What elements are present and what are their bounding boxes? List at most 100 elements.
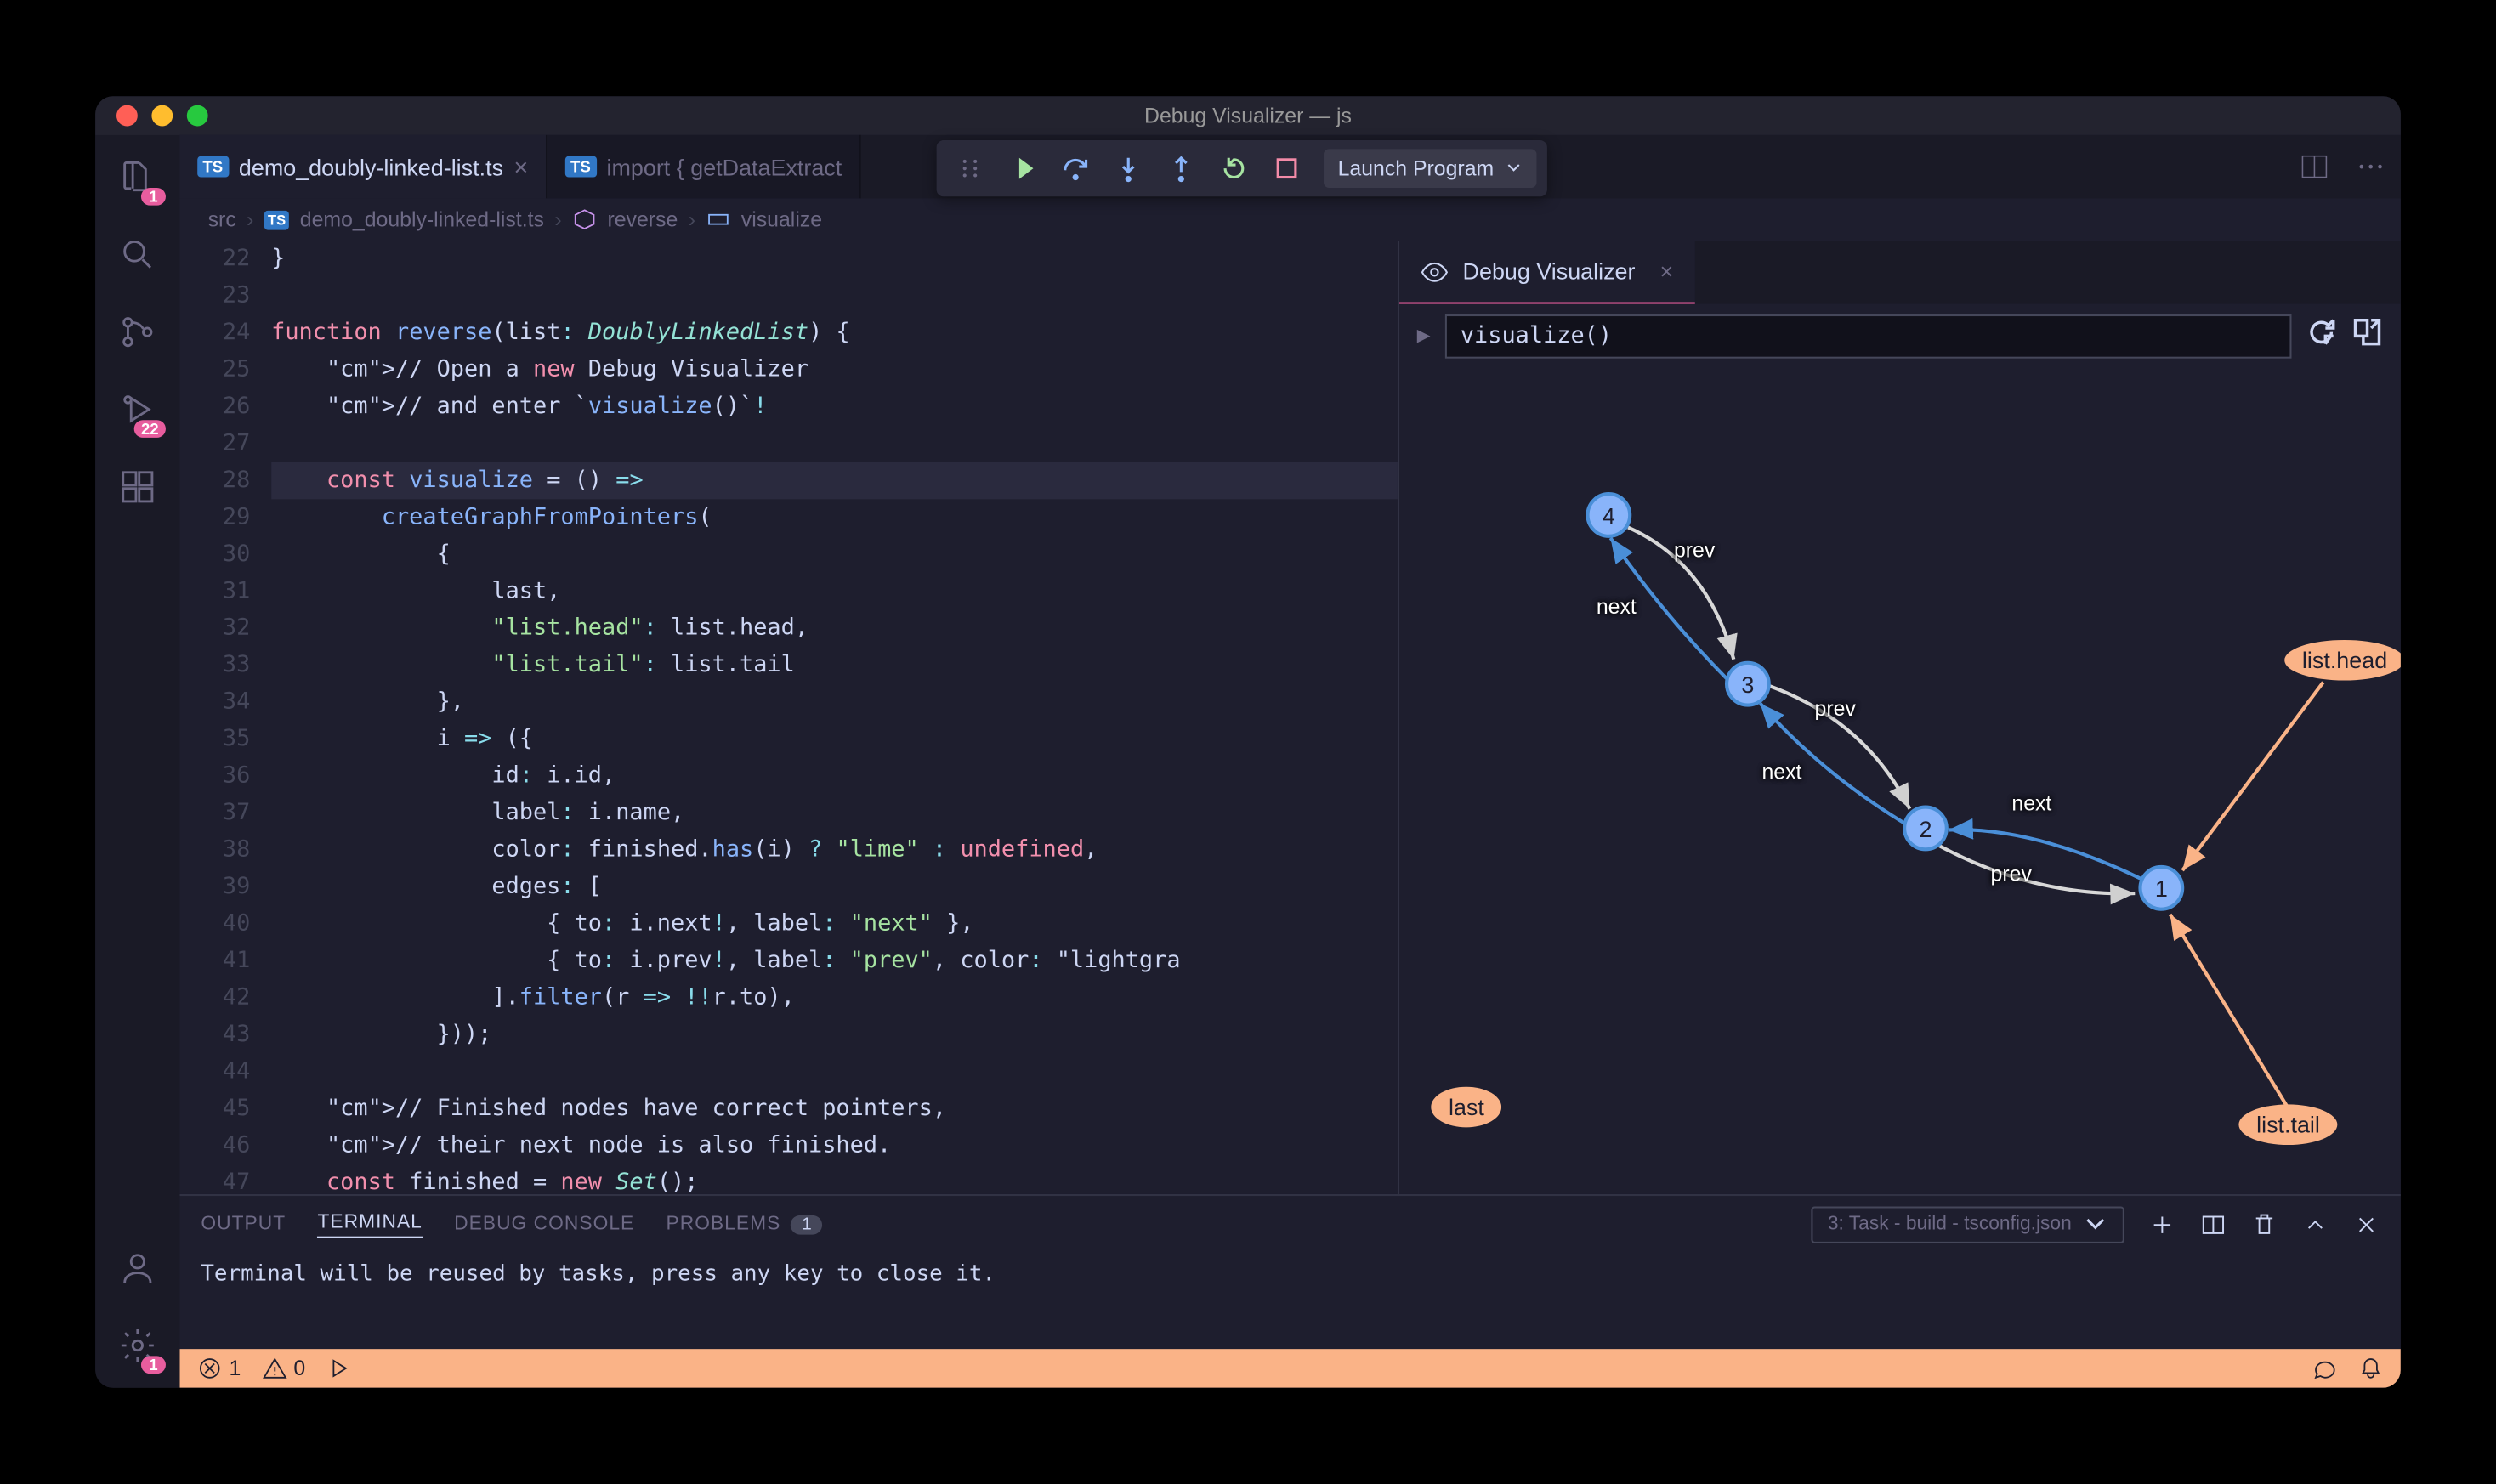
terminal-select-label: 3: Task - build - tsconfig.json: [1828, 1214, 2072, 1235]
edge-label: next: [2011, 791, 2051, 816]
error-icon: [197, 1356, 222, 1380]
edge-label: next: [1761, 760, 1801, 784]
stop-button[interactable]: [1264, 145, 1310, 191]
warning-icon: [262, 1356, 286, 1380]
visualizer-tab-label: Debug Visualizer: [1463, 258, 1636, 285]
account-icon[interactable]: [116, 1247, 159, 1289]
drag-handle-icon[interactable]: [947, 145, 993, 191]
tab-label: demo_doubly-linked-list.ts: [239, 154, 503, 180]
warning-count: 0: [293, 1356, 305, 1380]
maximize-window-button[interactable]: [187, 105, 208, 127]
problems-tab[interactable]: PROBLEMS: [667, 1214, 781, 1235]
feedback-icon[interactable]: [2312, 1356, 2337, 1380]
edge-label: prev: [1674, 538, 1715, 563]
expand-caret-icon[interactable]: ▶: [1417, 326, 1431, 346]
explorer-badge: 1: [141, 188, 166, 206]
trash-icon[interactable]: [2251, 1211, 2278, 1238]
settings-badge: 1: [141, 1356, 166, 1374]
vscode-window: Debug Visualizer — js 1 22: [95, 96, 2401, 1387]
split-terminal-icon[interactable]: [2200, 1211, 2227, 1238]
search-icon[interactable]: [116, 234, 159, 276]
split-view: 2223242526272829303132333435363738394041…: [180, 241, 2401, 1194]
new-terminal-icon[interactable]: [2149, 1211, 2175, 1238]
error-count: 1: [229, 1356, 241, 1380]
breadcrumb-folder: src: [208, 207, 236, 232]
close-window-button[interactable]: [116, 105, 138, 127]
output-tab[interactable]: OUTPUT: [201, 1214, 286, 1235]
popout-icon[interactable]: [2351, 316, 2383, 357]
more-icon[interactable]: [2355, 150, 2386, 182]
restart-button[interactable]: [1211, 145, 1257, 191]
breadcrumb-symbol: visualize: [741, 207, 822, 232]
step-out-button[interactable]: [1158, 145, 1204, 191]
breadcrumb[interactable]: src › TS demo_doubly-linked-list.ts › re…: [180, 198, 2401, 241]
traffic-lights: [95, 105, 207, 127]
play-icon: [326, 1356, 351, 1380]
step-over-button[interactable]: [1052, 145, 1098, 191]
problems-count-badge: 1: [791, 1215, 822, 1234]
method-icon: [572, 207, 597, 232]
explorer-icon[interactable]: 1: [116, 156, 159, 199]
debug-badge: 22: [134, 420, 166, 438]
variable-icon: [706, 207, 730, 232]
file-tab-inactive[interactable]: TS import { getDataExtract: [547, 135, 861, 199]
file-tab-active[interactable]: TS demo_doubly-linked-list.ts ×: [180, 135, 548, 199]
visualizer-tabs: Debug Visualizer ×: [1399, 241, 2401, 304]
debug-visualizer-pane: Debug Visualizer × ▶: [1398, 241, 2401, 1194]
graph-node[interactable]: 1: [2138, 865, 2184, 911]
status-bar: 1 0: [180, 1349, 2401, 1388]
pointer-node[interactable]: list.head: [2284, 640, 2401, 681]
close-tab-icon[interactable]: ×: [1659, 258, 1673, 285]
pointer-node[interactable]: list.tail: [2238, 1104, 2337, 1145]
chevron-up-icon[interactable]: [2302, 1211, 2329, 1238]
continue-button[interactable]: [1000, 145, 1046, 191]
source-control-icon[interactable]: [116, 311, 159, 354]
eye-icon: [1421, 258, 1449, 286]
extensions-icon[interactable]: [116, 466, 159, 508]
code-editor[interactable]: 2223242526272829303132333435363738394041…: [180, 241, 1398, 1194]
breadcrumb-symbol: reverse: [607, 207, 678, 232]
code-content[interactable]: } function reverse(list: DoublyLinkedLis…: [271, 241, 1398, 1194]
chevron-down-icon: [2082, 1211, 2108, 1238]
terminal-select[interactable]: 3: Task - build - tsconfig.json: [1812, 1205, 2124, 1242]
editor-actions: [2299, 135, 2387, 199]
activity-bar: 1 22 1: [95, 135, 179, 1388]
errors-status[interactable]: 1: [197, 1356, 241, 1380]
edge-label: prev: [1815, 696, 1856, 721]
visualizer-tab[interactable]: Debug Visualizer ×: [1399, 241, 1694, 304]
close-tab-icon[interactable]: ×: [513, 153, 528, 181]
bell-icon[interactable]: [2358, 1356, 2383, 1380]
settings-gear-icon[interactable]: 1: [116, 1324, 159, 1367]
debug-icon[interactable]: 22: [116, 388, 159, 431]
typescript-icon: TS: [565, 156, 596, 178]
minimize-window-button[interactable]: [151, 105, 173, 127]
pointer-node[interactable]: last: [1431, 1087, 1501, 1128]
edge-label: next: [1597, 594, 1637, 619]
titlebar: Debug Visualizer — js: [95, 96, 2401, 135]
bottom-panel: OUTPUT TERMINAL DEBUG CONSOLE PROBLEMS 1…: [180, 1194, 2401, 1349]
graph-canvas[interactable]: 4 3 2 1 list.head list.tail last prev next prev ne…: [1399, 369, 2401, 1194]
expression-input[interactable]: [1444, 314, 2291, 359]
edge-label: prev: [1991, 862, 2032, 886]
warnings-status[interactable]: 0: [262, 1356, 305, 1380]
graph-node[interactable]: 2: [1903, 806, 1949, 852]
main-area: 1 22 1: [95, 135, 2401, 1388]
graph-node[interactable]: 3: [1725, 661, 1771, 707]
debug-console-tab[interactable]: DEBUG CONSOLE: [454, 1214, 634, 1235]
step-into-button[interactable]: [1105, 145, 1151, 191]
graph-node[interactable]: 4: [1586, 492, 1631, 538]
visualizer-input-row: ▶: [1399, 304, 2401, 370]
refresh-icon[interactable]: [2306, 316, 2337, 357]
breadcrumb-file: demo_doubly-linked-list.ts: [300, 207, 544, 232]
launch-config-select[interactable]: Launch Program: [1324, 149, 1536, 188]
window-title: Debug Visualizer — js: [1144, 104, 1352, 128]
terminal-tab[interactable]: TERMINAL: [317, 1211, 422, 1238]
chevron-down-icon: [1505, 160, 1523, 178]
split-editor-icon[interactable]: [2299, 150, 2330, 182]
panel-actions: 3: Task - build - tsconfig.json: [1812, 1205, 2380, 1242]
tab-label: import { getDataExtract: [607, 154, 842, 180]
debug-status-play[interactable]: [326, 1356, 351, 1380]
terminal-output[interactable]: Terminal will be reused by tasks, press …: [180, 1252, 2401, 1349]
close-panel-icon[interactable]: [2353, 1211, 2380, 1238]
editor-content: TS demo_doubly-linked-list.ts × TS impor…: [180, 135, 2401, 1388]
